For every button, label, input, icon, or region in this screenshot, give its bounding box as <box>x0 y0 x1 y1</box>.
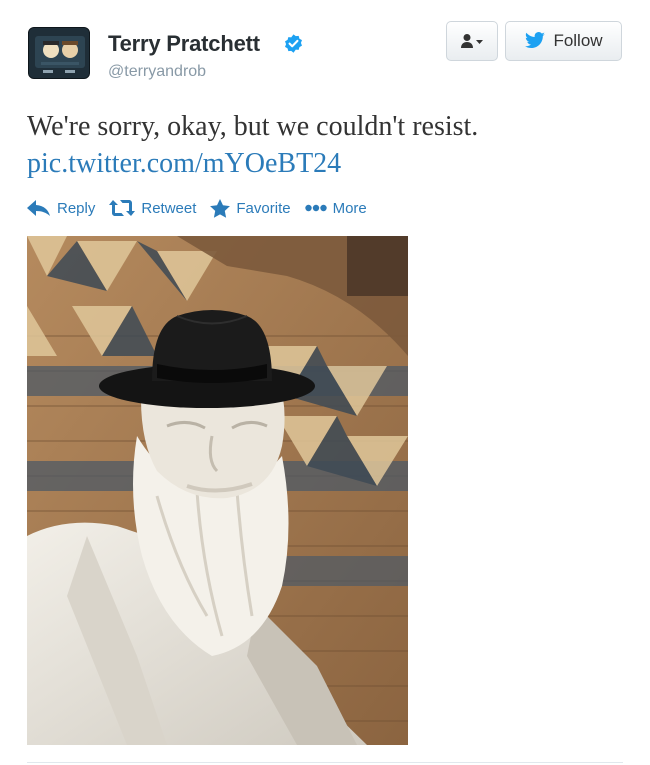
reply-icon <box>27 200 50 216</box>
more-action[interactable]: More <box>304 199 367 217</box>
tweet-actions: Reply Retweet Favorite More <box>27 196 381 220</box>
reply-action[interactable]: Reply <box>27 200 95 217</box>
retweet-label: Retweet <box>141 199 197 217</box>
follow-button[interactable]: Follow <box>505 21 622 61</box>
favorite-action[interactable]: Favorite <box>210 198 291 218</box>
twitter-bird-icon <box>525 32 546 49</box>
tweet-card: Terry Pratchett @terryandrob Follow We'r… <box>0 0 650 765</box>
divider <box>27 762 623 763</box>
tweet-text: We're sorry, okay, but we couldn't resis… <box>27 108 627 182</box>
retweet-action[interactable]: Retweet <box>109 200 196 217</box>
darwin-statue-photo <box>27 236 408 745</box>
user-actions-button[interactable] <box>446 21 498 61</box>
favorite-label: Favorite <box>236 199 291 217</box>
tweet-body: We're sorry, okay, but we couldn't resis… <box>27 111 479 142</box>
tweet-photo[interactable] <box>27 236 408 745</box>
tweet-media-link[interactable]: pic.twitter.com/mYOeBT24 <box>27 145 627 182</box>
author-name[interactable]: Terry Pratchett <box>108 31 260 57</box>
person-icon <box>461 34 483 48</box>
star-icon <box>210 198 231 218</box>
more-dots-icon <box>304 204 327 212</box>
avatar[interactable] <box>28 27 90 79</box>
retweet-icon <box>109 200 136 216</box>
author-handle[interactable]: @terryandrob <box>108 63 206 81</box>
reply-label: Reply <box>57 199 96 217</box>
more-label: More <box>332 199 367 217</box>
follow-label: Follow <box>553 31 603 50</box>
verified-badge-icon <box>285 34 302 53</box>
